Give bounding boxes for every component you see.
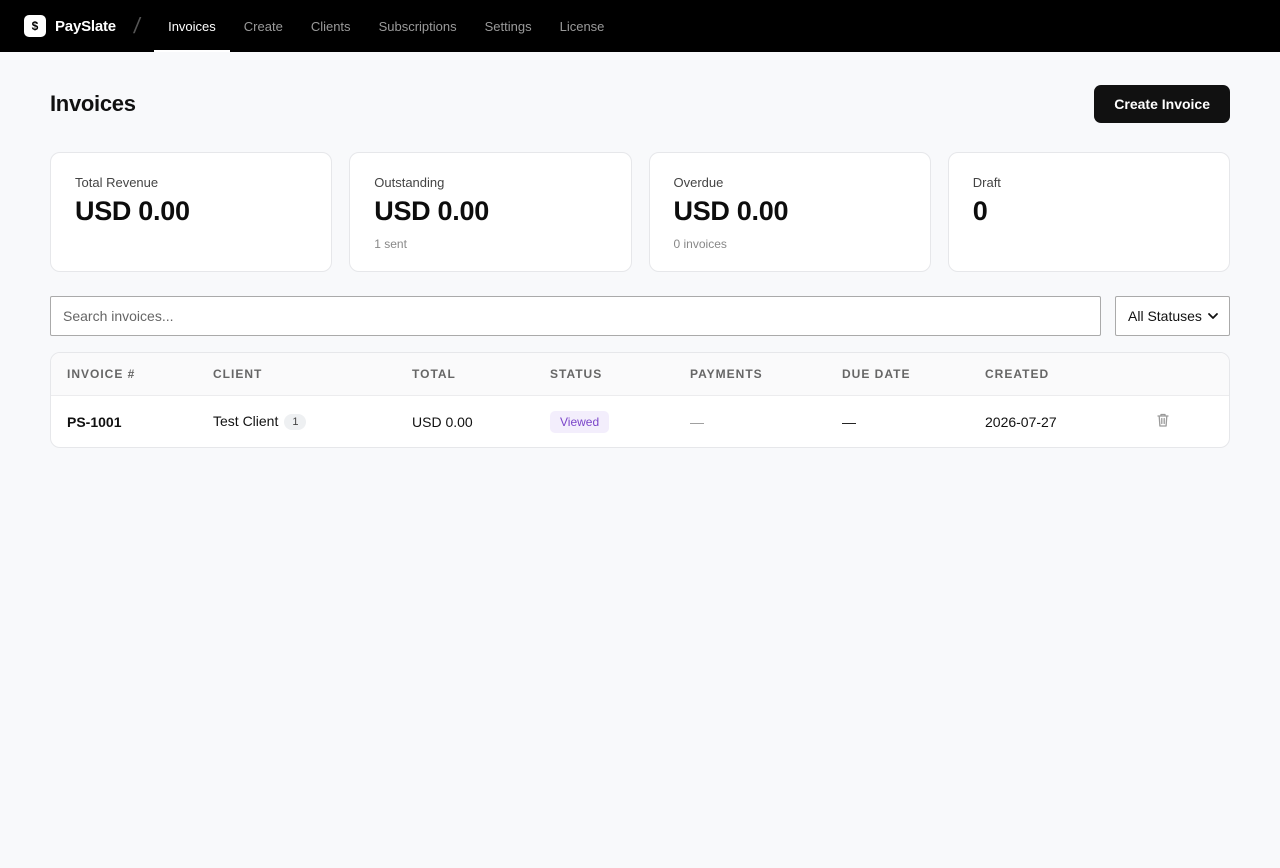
nav-separator: /	[132, 13, 142, 38]
main-content: Invoices Create Invoice Total Revenue US…	[0, 52, 1280, 448]
stat-value: USD 0.00	[75, 196, 190, 226]
page-title: Invoices	[50, 91, 136, 116]
invoices-table: INVOICE # CLIENT TOTAL STATUS PAYMENTS D…	[50, 352, 1230, 448]
column-header-payments[interactable]: PAYMENTS	[690, 367, 842, 381]
stat-value: USD 0.00	[673, 196, 789, 226]
status-badge: Viewed	[550, 410, 610, 433]
nav-item-settings[interactable]: Settings	[471, 0, 546, 52]
actions-cell	[1155, 412, 1229, 431]
filter-bar: All Statuses	[50, 296, 1230, 336]
main-nav: Invoices Create Clients Subscriptions Se…	[154, 0, 618, 52]
status-filter-value: All Statuses	[1128, 308, 1202, 324]
stat-label: Outstanding	[374, 175, 445, 190]
stat-card-total-revenue: Total Revenue USD 0.00	[50, 152, 333, 272]
stat-card-overdue: Overdue USD 0.00 0 invoices	[648, 152, 931, 272]
column-header-client[interactable]: CLIENT	[213, 367, 412, 381]
stat-value: USD 0.00	[374, 196, 489, 226]
brand[interactable]: $ PaySlate	[24, 15, 116, 37]
invoice-total: USD 0.00	[412, 413, 473, 430]
brand-name: PaySlate	[55, 17, 116, 35]
chevron-down-icon	[1208, 313, 1218, 319]
stat-card-outstanding: Outstanding USD 0.00 1 sent	[349, 152, 632, 272]
status-cell: Viewed	[550, 410, 690, 433]
client-cell: Test Client 1	[213, 413, 412, 431]
dollar-logo-icon: $	[24, 15, 46, 37]
stat-label: Overdue	[673, 175, 724, 190]
client-name[interactable]: Test Client	[213, 413, 278, 429]
trash-icon[interactable]	[1155, 412, 1171, 431]
stat-card-draft: Draft 0	[947, 152, 1230, 272]
stat-sub: 1 sent	[374, 237, 407, 251]
status-filter-select[interactable]: All Statuses	[1115, 296, 1230, 336]
stats-row: Total Revenue USD 0.00 Outstanding USD 0…	[50, 152, 1230, 272]
column-header-total[interactable]: TOTAL	[412, 367, 550, 381]
page-header: Invoices Create Invoice	[50, 52, 1230, 152]
stat-value: 0	[972, 196, 988, 226]
nav-item-license[interactable]: License	[546, 0, 619, 52]
due-date-value: —	[842, 413, 856, 430]
nav-item-clients[interactable]: Clients	[297, 0, 365, 52]
created-date-value: 2026-07-27	[985, 413, 1057, 430]
stat-sub: 0 invoices	[673, 237, 727, 251]
invoice-number[interactable]: PS-1001	[51, 414, 213, 430]
stat-label: Total Revenue	[75, 175, 159, 190]
nav-item-invoices[interactable]: Invoices	[154, 0, 230, 52]
stat-label: Draft	[972, 175, 1001, 190]
table-header: INVOICE # CLIENT TOTAL STATUS PAYMENTS D…	[51, 353, 1229, 396]
column-header-status[interactable]: STATUS	[550, 367, 690, 381]
column-header-created[interactable]: CREATED	[985, 367, 1155, 381]
nav-item-subscriptions[interactable]: Subscriptions	[365, 0, 471, 52]
table-row[interactable]: PS-1001 Test Client 1 USD 0.00 Viewed — —…	[51, 396, 1229, 447]
client-invoice-count-badge: 1	[284, 414, 307, 431]
column-header-invoice[interactable]: INVOICE #	[51, 367, 213, 381]
column-header-due-date[interactable]: DUE DATE	[842, 367, 985, 381]
search-input[interactable]	[50, 296, 1101, 336]
nav-item-create[interactable]: Create	[230, 0, 297, 52]
payments-value: —	[690, 413, 704, 430]
top-navigation-bar: $ PaySlate / Invoices Create Clients Sub…	[0, 0, 1280, 52]
create-invoice-button[interactable]: Create Invoice	[1094, 85, 1230, 123]
